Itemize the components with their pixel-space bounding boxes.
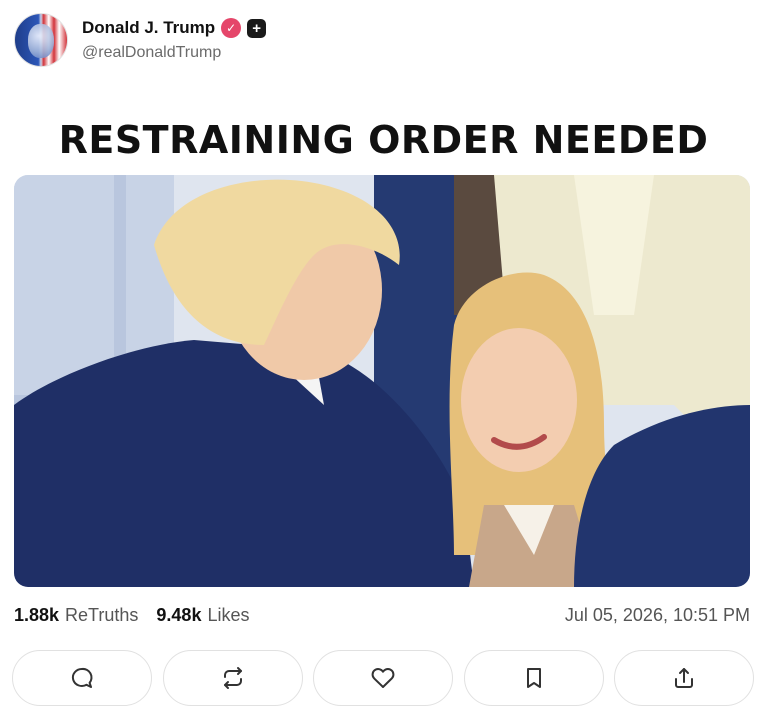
author-handle[interactable]: @realDonaldTrump <box>82 44 266 62</box>
plus-badge-icon: + <box>247 18 267 38</box>
share-button[interactable] <box>614 650 754 706</box>
likes-label: Likes <box>207 604 250 625</box>
author-info: Donald J. Trump ✓ + @realDonaldTrump <box>82 18 267 62</box>
avatar-face <box>28 24 54 58</box>
post-timestamp[interactable]: Jul 05, 2026, 10:51 PM <box>565 605 750 626</box>
retruth-button[interactable] <box>162 650 303 706</box>
action-bar <box>12 650 754 706</box>
repost-icon <box>223 667 242 689</box>
share-icon <box>675 668 693 688</box>
retruths-label: ReTruths <box>65 604 139 625</box>
retruths-count: 1.88k <box>14 604 60 625</box>
bookmark-button[interactable] <box>463 650 604 706</box>
heart-icon <box>371 668 395 688</box>
avatar[interactable] <box>14 13 68 67</box>
author-name-row: Donald J. Trump ✓ + <box>82 18 267 38</box>
likes-stat[interactable]: 9.48k Likes <box>156 605 249 626</box>
post-image[interactable] <box>14 175 750 587</box>
post-stats: 1.88k ReTruths 9.48k Likes Jul 05, 2026, 1… <box>14 603 750 627</box>
likes-count: 9.48k <box>156 604 202 625</box>
post-header: Donald J. Trump ✓ + @realDonaldTrump <box>14 12 267 68</box>
post-caption: RESTRAINING ORDER NEEDED <box>58 118 709 162</box>
verified-check-icon: ✓ <box>221 18 242 38</box>
like-button[interactable] <box>313 650 453 706</box>
reply-button[interactable] <box>12 650 152 706</box>
bookmark-icon <box>526 668 541 688</box>
photo-illustration <box>14 175 750 587</box>
author-display-name[interactable]: Donald J. Trump <box>82 18 215 38</box>
comment-icon <box>71 667 93 688</box>
retruths-stat[interactable]: 1.88k ReTruths <box>14 605 138 626</box>
